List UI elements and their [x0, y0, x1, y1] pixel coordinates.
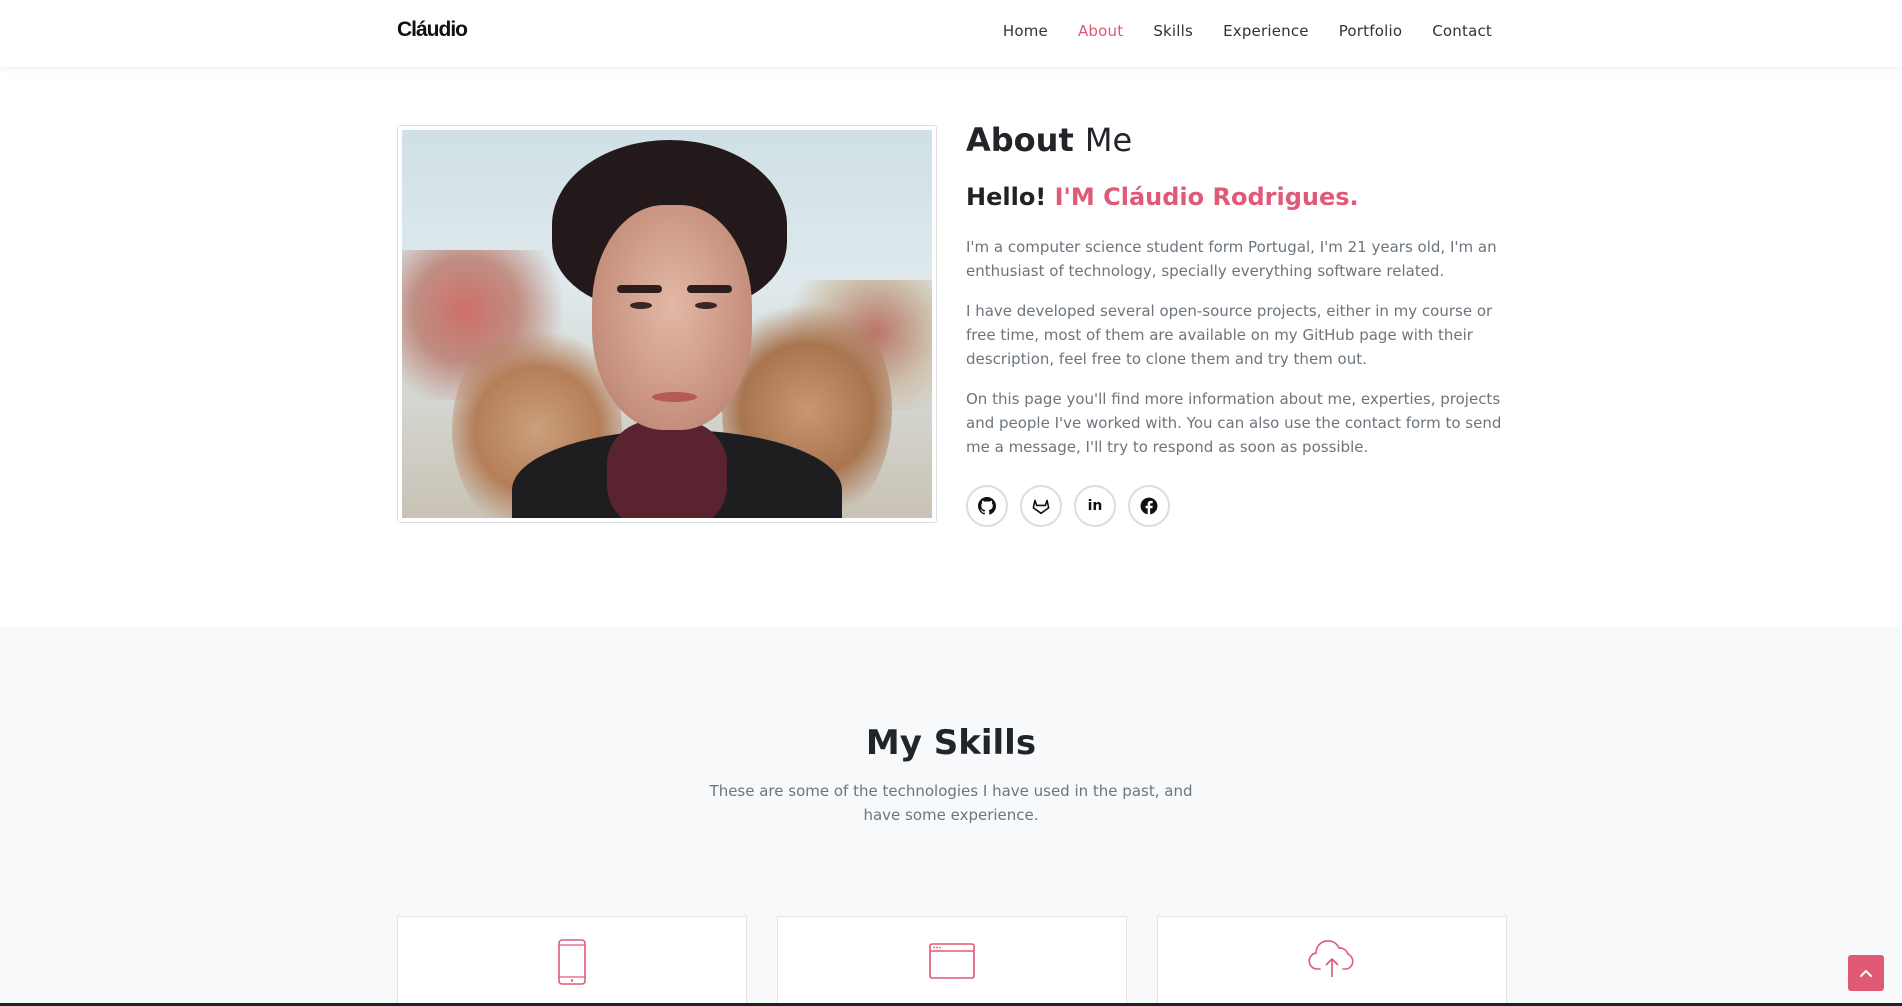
greeting-name: I'M Cláudio Rodrigues. [1054, 183, 1359, 211]
gitlab-link[interactable] [1020, 485, 1062, 527]
navbar: Cláudio Home About Skills Experience Por… [0, 0, 1902, 67]
about-paragraph-2: I have developed several open-source pro… [966, 302, 1493, 368]
nav-portfolio[interactable]: Portfolio [1339, 22, 1403, 40]
mobile-icon [558, 939, 586, 985]
chevron-up-icon [1860, 970, 1872, 977]
gitlab-icon [1032, 499, 1050, 515]
about-paragraph-3: On this page you'll find more informatio… [966, 390, 1502, 456]
greeting-hello: Hello! [966, 183, 1047, 211]
skills-section: My Skills These are some of the technolo… [0, 627, 1902, 1006]
profile-photo-frame [397, 125, 937, 523]
skills-subtitle: These are some of the technologies I hav… [709, 782, 1193, 824]
greeting: Hello! I'M Cláudio Rodrigues. [966, 183, 1359, 211]
main-nav: Home About Skills Experience Portfolio C… [973, 22, 1492, 40]
facebook-icon [1140, 497, 1158, 515]
github-link[interactable] [966, 485, 1008, 527]
github-icon [978, 497, 996, 515]
linkedin-link[interactable]: in [1074, 485, 1116, 527]
nav-skills[interactable]: Skills [1153, 22, 1193, 40]
back-to-top-button[interactable] [1848, 955, 1884, 991]
skill-card-mobile [397, 916, 747, 1006]
linkedin-icon: in [1087, 498, 1103, 514]
nav-experience[interactable]: Experience [1223, 22, 1309, 40]
cloud-upload-icon [1308, 939, 1354, 977]
social-links: in [966, 485, 1182, 527]
nav-home[interactable]: Home [1003, 22, 1048, 40]
profile-photo [402, 130, 932, 518]
skill-card-cloud [1157, 916, 1507, 1006]
browser-window-icon [929, 943, 975, 979]
brand-logo[interactable]: Cláudio [397, 18, 468, 42]
about-paragraph-1: I'm a computer science student form Port… [966, 238, 1497, 280]
about-title-bold: About [966, 121, 1074, 159]
skills-title-light: My [865, 723, 922, 763]
about-title-light: Me [1084, 121, 1133, 159]
skills-title: My Skills [0, 723, 1902, 763]
about-section: About Me Hello! I'M Cláudio Rodrigues. I… [0, 67, 1902, 627]
skills-title-bold: Skills [933, 723, 1037, 763]
nav-contact[interactable]: Contact [1432, 22, 1492, 40]
about-title: About Me [966, 121, 1132, 159]
facebook-link[interactable] [1128, 485, 1170, 527]
skill-card-web [777, 916, 1127, 1006]
nav-about[interactable]: About [1078, 22, 1123, 40]
